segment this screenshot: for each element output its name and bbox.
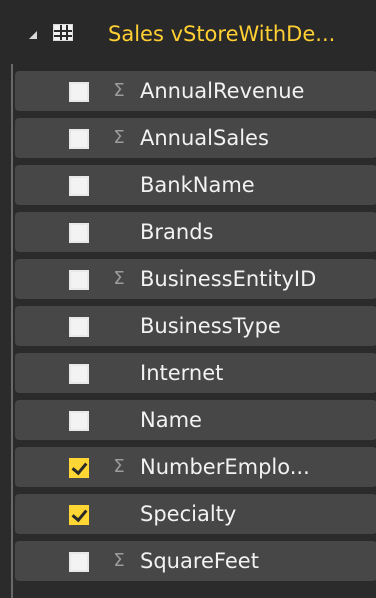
field-row-bank-name[interactable]: BankName	[15, 165, 376, 205]
brands-checkbox[interactable]	[69, 223, 89, 243]
field-label: BusinessEntityID	[140, 267, 317, 291]
specialty-checkbox[interactable]	[69, 505, 89, 525]
checkmark-icon	[71, 458, 88, 476]
field-label: SquareFeet	[140, 549, 259, 573]
field-label: BusinessType	[140, 314, 281, 338]
field-row-square-feet[interactable]: Σ SquareFeet	[15, 541, 376, 581]
field-label: Specialty	[140, 502, 237, 526]
table-title[interactable]: Sales vStoreWithDe...	[108, 19, 368, 49]
field-list: Σ AnnualRevenue Σ AnnualSales BankName B…	[11, 64, 376, 598]
checkmark-icon	[71, 505, 88, 523]
sigma-icon: Σ	[113, 127, 125, 148]
field-row-specialty[interactable]: Specialty	[15, 494, 376, 534]
sigma-icon: Σ	[113, 456, 125, 477]
field-row-business-entity-id[interactable]: Σ BusinessEntityID	[15, 259, 376, 299]
business-entity-id-checkbox[interactable]	[69, 270, 89, 290]
field-row-internet[interactable]: Internet	[15, 353, 376, 393]
field-row-brands[interactable]: Brands	[15, 212, 376, 252]
collapse-triangle-icon[interactable]	[29, 31, 37, 39]
field-row-name[interactable]: Name	[15, 400, 376, 440]
field-label: Internet	[140, 361, 224, 385]
sigma-icon: Σ	[113, 550, 125, 571]
number-employees-checkbox[interactable]	[69, 458, 89, 478]
field-label: Name	[140, 408, 202, 432]
field-row-annual-sales[interactable]: Σ AnnualSales	[15, 118, 376, 158]
bank-name-checkbox[interactable]	[69, 176, 89, 196]
business-type-checkbox[interactable]	[69, 317, 89, 337]
field-row-number-employees[interactable]: Σ NumberEmplo...	[15, 447, 376, 487]
square-feet-checkbox[interactable]	[69, 552, 89, 572]
field-label: BankName	[140, 173, 255, 197]
sigma-icon: Σ	[113, 268, 125, 289]
fields-panel: Sales vStoreWithDe... Σ AnnualRevenue Σ …	[0, 0, 376, 598]
annual-revenue-checkbox[interactable]	[69, 82, 89, 102]
field-label: Brands	[140, 220, 214, 244]
annual-sales-checkbox[interactable]	[69, 129, 89, 149]
sigma-icon: Σ	[113, 80, 125, 101]
field-label: AnnualRevenue	[140, 79, 305, 103]
field-row-business-type[interactable]: BusinessType	[15, 306, 376, 346]
field-label: NumberEmplo...	[140, 455, 310, 479]
field-row-annual-revenue[interactable]: Σ AnnualRevenue	[15, 71, 376, 111]
field-label: AnnualSales	[140, 126, 269, 150]
name-checkbox[interactable]	[69, 411, 89, 431]
table-icon	[53, 24, 73, 41]
internet-checkbox[interactable]	[69, 364, 89, 384]
